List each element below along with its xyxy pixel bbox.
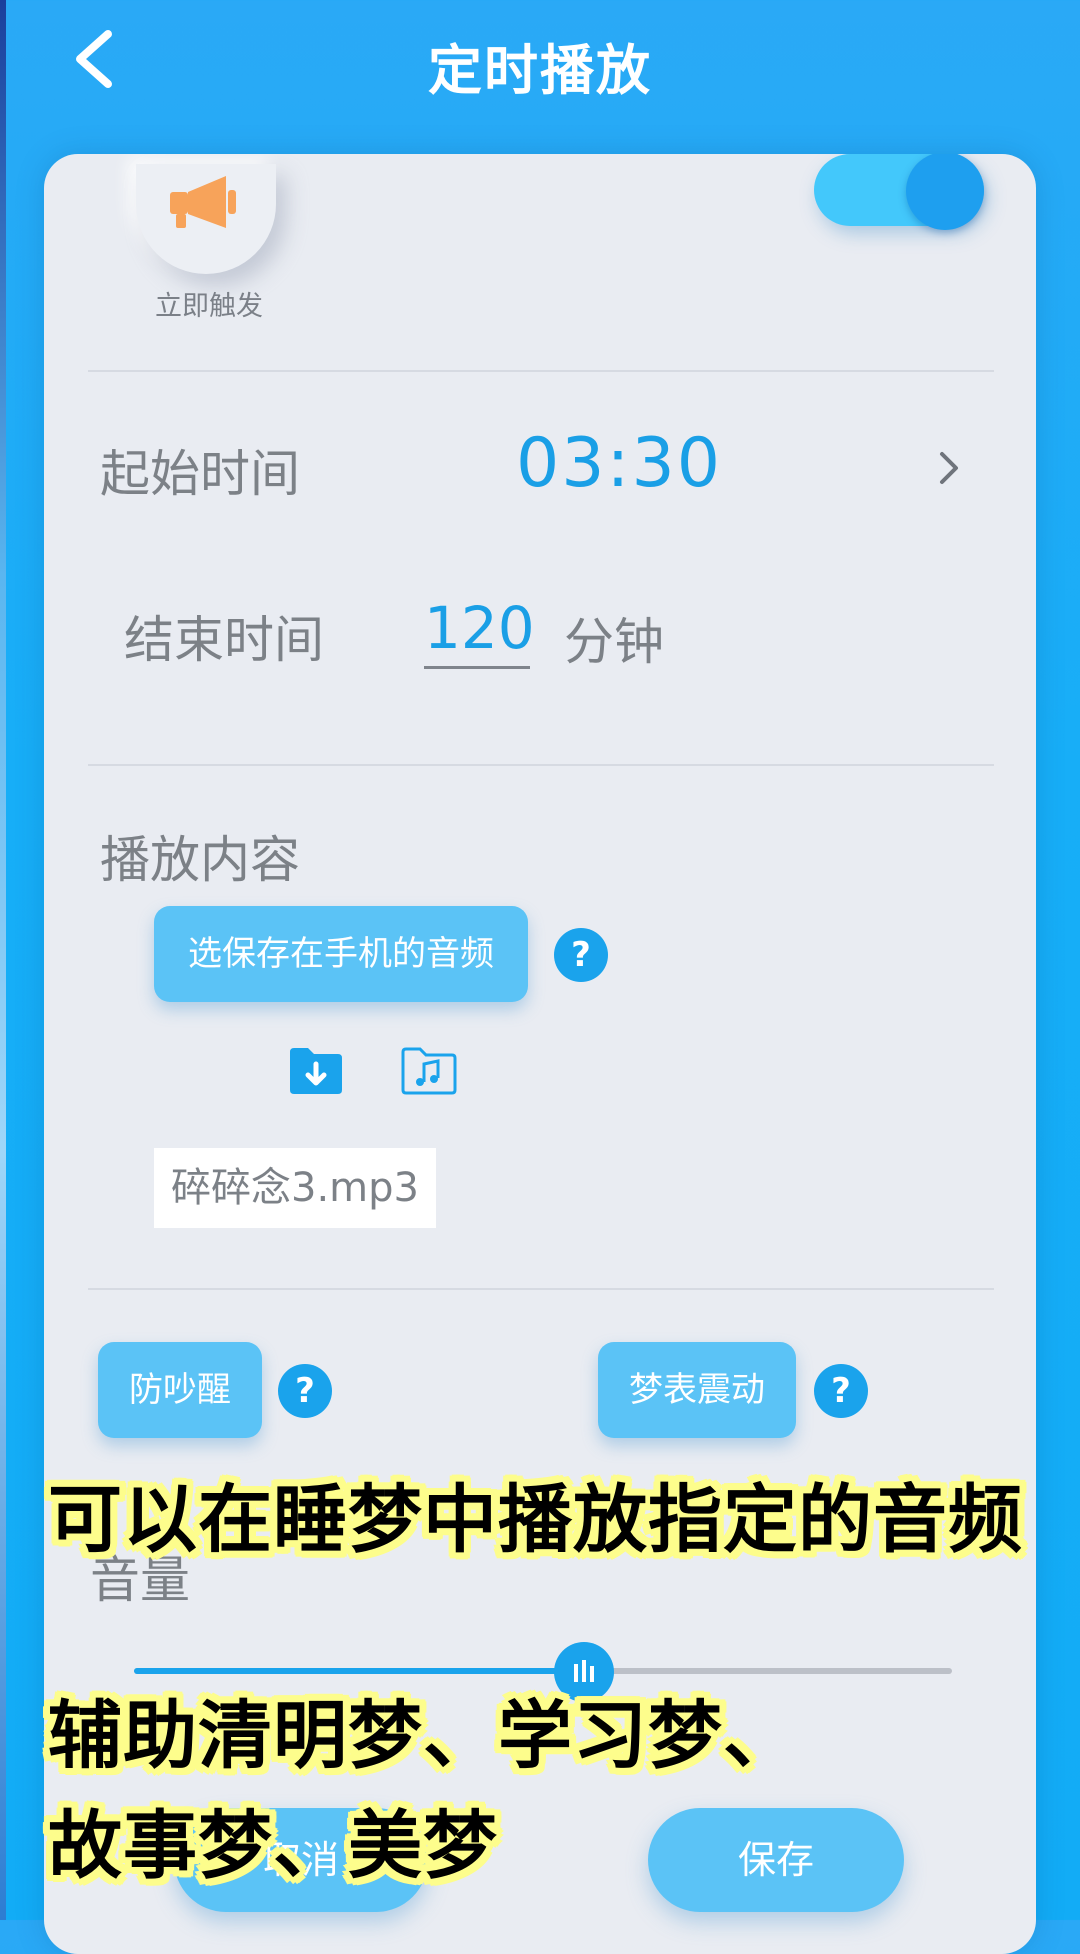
end-time-label: 结束时间 (124, 611, 324, 669)
schedule-toggle[interactable] (814, 154, 984, 230)
header-bar: 定时播放 (0, 0, 1080, 150)
caption-line-3: 故事梦、美梦 (48, 1803, 498, 1889)
toggle-knob[interactable] (906, 154, 984, 230)
divider (88, 764, 994, 766)
caption-line-1: 可以在睡梦中播放指定的音频 (48, 1477, 1023, 1563)
divider (88, 1288, 994, 1290)
trigger-now-button[interactable] (136, 164, 276, 274)
volume-slider-fill (134, 1668, 584, 1674)
left-edge-strip (0, 0, 6, 1920)
end-time-input[interactable]: 120 (424, 594, 535, 669)
end-time-unit: 分钟 (564, 613, 664, 671)
save-button[interactable]: 保存 (648, 1808, 904, 1912)
page-title: 定时播放 (428, 39, 652, 102)
select-audio-button[interactable]: 选保存在手机的音频 (154, 906, 528, 1002)
anti-wake-button[interactable]: 防吵醒 (98, 1342, 262, 1438)
chevron-right-icon[interactable] (934, 446, 964, 490)
dream-vibrate-button[interactable]: 梦表震动 (598, 1342, 796, 1438)
folder-download-icon[interactable] (288, 1044, 344, 1096)
play-content-label: 播放内容 (100, 831, 300, 889)
help-icon[interactable]: ? (814, 1364, 868, 1418)
help-icon[interactable]: ? (554, 928, 608, 982)
selected-file-name: 碎碎念3.mp3 (154, 1148, 436, 1228)
caption-line-2: 辅助清明梦、学习梦、 (48, 1693, 798, 1779)
start-time-label: 起始时间 (100, 445, 300, 503)
help-icon[interactable]: ? (278, 1364, 332, 1418)
divider (88, 370, 994, 372)
folder-music-icon[interactable] (400, 1044, 458, 1096)
volume-slider-track[interactable] (134, 1668, 952, 1674)
trigger-now-label: 立即触发 (155, 291, 263, 322)
start-time-value[interactable]: 03:30 (516, 424, 722, 503)
megaphone-icon (170, 176, 236, 228)
